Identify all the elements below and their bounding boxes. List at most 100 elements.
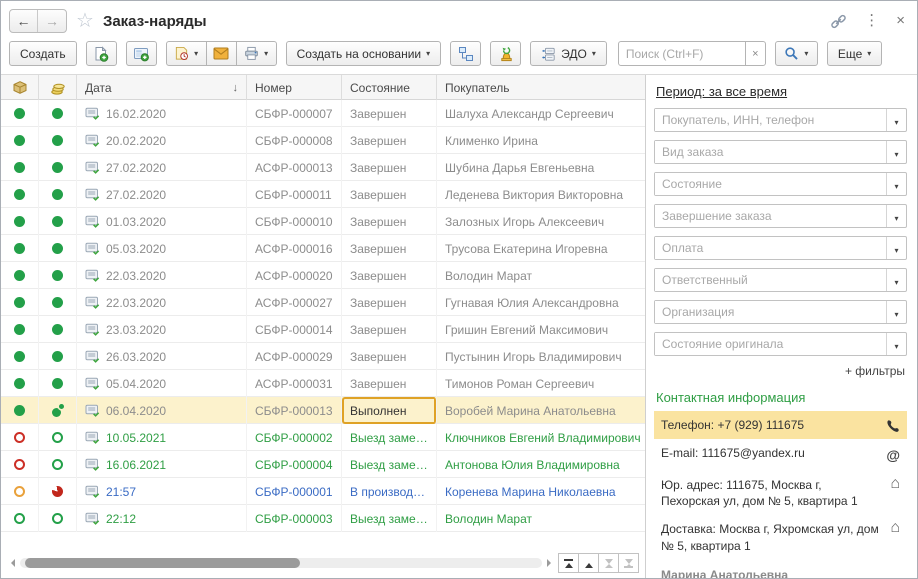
table-row[interactable]: 27.02.2020СБФР-000011ЗавершенЛеденева Ви…	[1, 181, 645, 208]
filter-input[interactable]	[655, 269, 886, 291]
table-row[interactable]: 06.04.2020СБФР-000013ВыполненВоробей Мар…	[1, 397, 645, 424]
date-cell[interactable]: 23.03.2020	[77, 316, 247, 343]
number-cell[interactable]: СБФР-000002	[247, 424, 342, 451]
table-row[interactable]: 16.06.2021СБФР-000004Выезд заме…Антонова…	[1, 451, 645, 478]
payment-status-cell[interactable]	[39, 370, 77, 397]
table-row[interactable]: 05.04.2020АСФР-000031ЗавершенТимонов Ром…	[1, 370, 645, 397]
buyer-cell[interactable]: Трусова Екатерина Игоревна	[437, 235, 645, 262]
number-cell[interactable]: СБФР-000014	[247, 316, 342, 343]
filter-dropdown-button[interactable]: ▾	[886, 173, 906, 195]
filter-input[interactable]	[655, 333, 886, 355]
payment-status-cell[interactable]	[39, 181, 77, 208]
buyer-cell[interactable]: Володин Марат	[437, 262, 645, 289]
number-cell[interactable]: СБФР-000008	[247, 127, 342, 154]
state-cell[interactable]: Завершен	[342, 289, 437, 316]
table-row[interactable]: 26.03.2020АСФР-000029ЗавершенПустынин Иг…	[1, 343, 645, 370]
buyer-cell[interactable]: Шубина Дарья Евгеньевна	[437, 154, 645, 181]
state-cell[interactable]: Выезд заме…	[342, 424, 437, 451]
number-cell[interactable]: АСФР-000013	[247, 154, 342, 181]
shipment-status-cell[interactable]	[1, 505, 39, 532]
buyer-cell[interactable]: Воробей Марина Анатольевна	[437, 397, 645, 424]
state-cell[interactable]: Завершен	[342, 316, 437, 343]
number-cell[interactable]: СБФР-000011	[247, 181, 342, 208]
search-clear-button[interactable]: ×	[745, 41, 766, 66]
date-cell[interactable]: 05.04.2020	[77, 370, 247, 397]
new-order-form-button[interactable]	[126, 41, 157, 66]
buyer-cell[interactable]: Шалуха Александр Сергеевич	[437, 100, 645, 127]
date-cell[interactable]: 21:57	[77, 478, 247, 505]
date-cell[interactable]: 26.03.2020	[77, 343, 247, 370]
filter-input[interactable]	[655, 141, 886, 163]
shipment-status-cell[interactable]	[1, 397, 39, 424]
number-cell[interactable]: АСФР-000027	[247, 289, 342, 316]
column-header-buyer[interactable]: Покупатель	[437, 75, 645, 100]
state-cell[interactable]: Выезд заме…	[342, 451, 437, 478]
buyer-cell[interactable]: Тимонов Роман Сергеевич	[437, 370, 645, 397]
filter-input[interactable]	[655, 173, 886, 195]
date-cell[interactable]: 27.02.2020	[77, 181, 247, 208]
create-copy-button[interactable]	[86, 41, 117, 66]
shipment-status-cell[interactable]	[1, 370, 39, 397]
filter-dropdown-button[interactable]: ▾	[886, 237, 906, 259]
shipment-status-cell[interactable]	[1, 424, 39, 451]
payment-status-cell[interactable]	[39, 235, 77, 262]
state-cell[interactable]: Завершен	[342, 262, 437, 289]
buyer-cell[interactable]: Володин Марат	[437, 505, 645, 532]
number-cell[interactable]: АСФР-000020	[247, 262, 342, 289]
filter-dropdown-button[interactable]: ▾	[886, 269, 906, 291]
state-cell[interactable]: Завершен	[342, 154, 437, 181]
create-button[interactable]: Создать	[9, 41, 77, 66]
shipment-status-cell[interactable]	[1, 343, 39, 370]
date-cell[interactable]: 01.03.2020	[77, 208, 247, 235]
payment-status-cell[interactable]	[39, 262, 77, 289]
payment-status-cell[interactable]	[39, 451, 77, 478]
kebab-menu-icon[interactable]: ⋮	[864, 13, 879, 29]
table-row[interactable]: 22:12СБФР-000003Выезд заме…Володин Марат	[1, 505, 645, 532]
filter-input[interactable]	[655, 109, 886, 131]
state-cell[interactable]: В производ…	[342, 478, 437, 505]
table-row[interactable]: 22.03.2020АСФР-000020ЗавершенВолодин Мар…	[1, 262, 645, 289]
number-cell[interactable]: СБФР-000013	[247, 397, 342, 424]
scroll-right-arrow[interactable]	[547, 559, 555, 567]
create-based-on-button[interactable]: Создать на основании ▾	[286, 41, 442, 66]
contact-item[interactable]: Телефон: +7 (929) 111675	[654, 411, 907, 439]
number-cell[interactable]: СБФР-000007	[247, 100, 342, 127]
print-button[interactable]: ▾	[236, 41, 277, 66]
payment-status-cell[interactable]	[39, 343, 77, 370]
period-filter-link[interactable]: Период: за все время	[656, 84, 787, 99]
hierarchy-button[interactable]	[450, 41, 481, 66]
more-filters-link[interactable]: + фильтры	[654, 364, 905, 378]
date-cell[interactable]: 27.02.2020	[77, 154, 247, 181]
state-cell[interactable]: Выезд заме…	[342, 505, 437, 532]
buyer-cell[interactable]: Пустынин Игорь Владимирович	[437, 343, 645, 370]
filter-input[interactable]	[655, 205, 886, 227]
table-row[interactable]: 20.02.2020СБФР-000008ЗавершенКлименко Ир…	[1, 127, 645, 154]
table-row[interactable]: 27.02.2020АСФР-000013ЗавершенШубина Дарь…	[1, 154, 645, 181]
payment-status-cell[interactable]	[39, 100, 77, 127]
state-cell[interactable]: Завершен	[342, 127, 437, 154]
shipment-status-cell[interactable]	[1, 478, 39, 505]
scrollbar-thumb[interactable]	[25, 558, 300, 568]
buyer-cell[interactable]: Коренева Марина Николаевна	[437, 478, 645, 505]
forward-button[interactable]: →	[38, 10, 66, 32]
go-last-button[interactable]	[618, 553, 639, 573]
go-prev-button[interactable]	[578, 553, 599, 573]
horizontal-scrollbar[interactable]	[20, 558, 542, 568]
shipment-status-cell[interactable]	[1, 316, 39, 343]
edo-button[interactable]: ЭДО ▾	[530, 41, 607, 66]
contact-item[interactable]: Юр. адрес: 111675, Москва г, Пехорская у…	[654, 471, 907, 515]
number-cell[interactable]: СБФР-000010	[247, 208, 342, 235]
date-cell[interactable]: 05.03.2020	[77, 235, 247, 262]
go-next-button[interactable]	[598, 553, 619, 573]
state-cell[interactable]: Завершен	[342, 100, 437, 127]
send-email-button[interactable]	[206, 41, 237, 66]
shipment-status-cell[interactable]	[1, 289, 39, 316]
get-link-icon[interactable]	[830, 13, 847, 30]
table-row[interactable]: 23.03.2020СБФР-000014ЗавершенГришин Евге…	[1, 316, 645, 343]
column-header-date[interactable]: Дата ↓	[77, 75, 247, 100]
column-header-payment[interactable]	[39, 75, 77, 100]
column-header-state[interactable]: Состояние	[342, 75, 437, 100]
date-cell[interactable]: 20.02.2020	[77, 127, 247, 154]
buyer-cell[interactable]: Леденева Виктория Викторовна	[437, 181, 645, 208]
state-cell[interactable]: Завершен	[342, 208, 437, 235]
